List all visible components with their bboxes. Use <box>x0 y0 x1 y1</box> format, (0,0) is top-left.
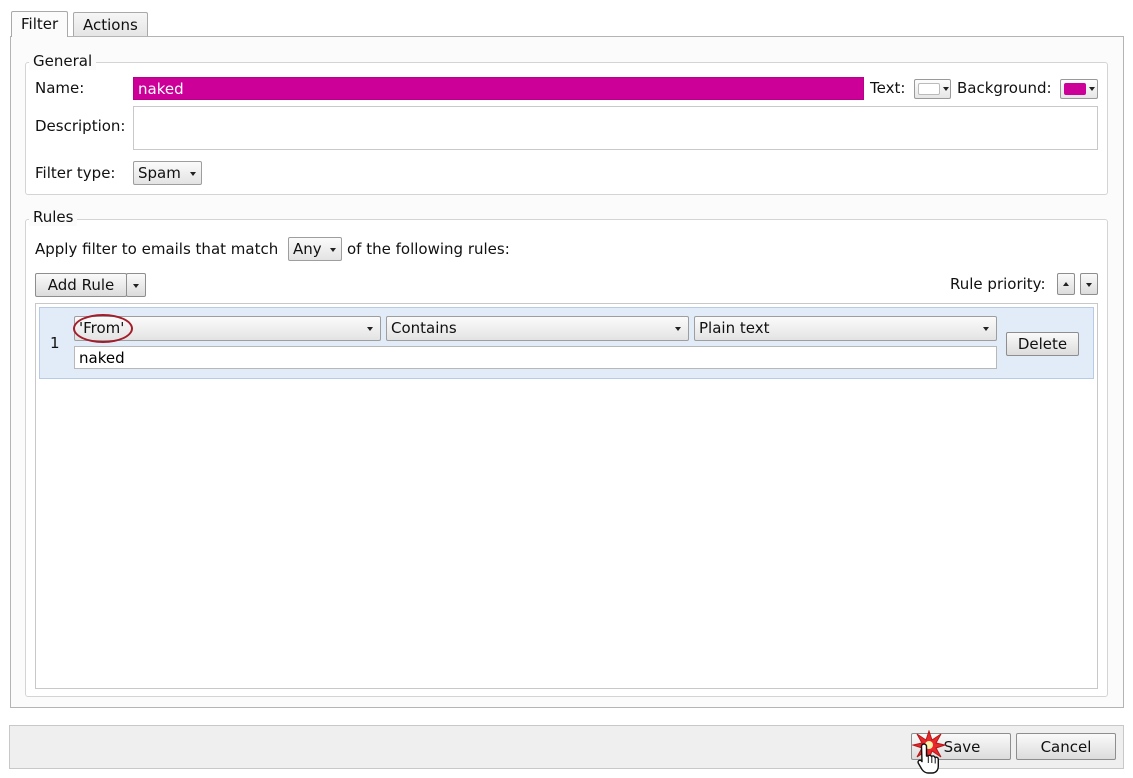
hand-cursor-icon <box>917 743 939 774</box>
add-rule-button[interactable]: Add Rule <box>35 273 127 297</box>
rule-match-type-value: Plain text <box>699 319 770 337</box>
apply-filter-prefix: Apply filter to emails that match <box>35 240 279 258</box>
tab-filter-label: Filter <box>21 15 59 33</box>
tab-filter[interactable]: Filter <box>11 11 69 37</box>
cancel-label: Cancel <box>1040 738 1092 756</box>
delete-rule-button[interactable]: Delete <box>1006 332 1079 356</box>
match-mode-value: Any <box>293 240 322 258</box>
filter-type-label: Filter type: <box>35 164 116 182</box>
chevron-down-icon <box>133 284 139 288</box>
highlight-circle <box>73 314 133 343</box>
chevron-down-icon <box>983 327 989 331</box>
chevron-up-icon <box>1063 282 1069 286</box>
chevron-down-icon <box>1086 283 1092 287</box>
chevron-down-icon <box>943 87 949 91</box>
apply-filter-suffix: of the following rules: <box>347 240 510 258</box>
general-legend: General <box>29 52 97 70</box>
filter-type-value: Spam <box>138 164 181 182</box>
tab-actions[interactable]: Actions <box>73 12 148 37</box>
save-label: Save <box>943 738 981 756</box>
background-color-label: Background: <box>957 79 1052 97</box>
rule-priority-label: Rule priority: <box>950 275 1046 293</box>
background-color-picker[interactable] <box>1060 79 1098 99</box>
add-rule-label: Add Rule <box>47 276 115 294</box>
priority-up-button[interactable] <box>1057 273 1075 295</box>
rule-condition-value: Contains <box>391 319 457 337</box>
add-rule-menu-button[interactable] <box>126 273 146 297</box>
match-mode-dropdown[interactable]: Any <box>288 237 342 261</box>
filter-type-dropdown[interactable]: Spam <box>133 161 202 185</box>
text-color-swatch <box>918 83 940 95</box>
rule-match-type-dropdown[interactable]: Plain text <box>694 316 997 341</box>
chevron-down-icon <box>675 327 681 331</box>
rule-condition-dropdown[interactable]: Contains <box>386 316 689 341</box>
priority-down-button[interactable] <box>1080 273 1098 295</box>
description-field[interactable] <box>133 106 1098 150</box>
description-label: Description: <box>35 117 126 135</box>
chevron-down-icon <box>330 248 336 252</box>
chevron-down-icon <box>367 327 373 331</box>
cancel-button[interactable]: Cancel <box>1016 733 1116 760</box>
text-color-label: Text: <box>870 79 906 97</box>
delete-rule-label: Delete <box>1017 335 1068 353</box>
background-color-swatch <box>1064 83 1086 95</box>
name-field[interactable] <box>133 77 864 100</box>
list-item[interactable]: 1 'From' Contains Plain text Delete <box>39 307 1094 379</box>
text-color-picker[interactable] <box>914 79 951 99</box>
rules-legend: Rules <box>29 208 78 226</box>
tab-actions-label: Actions <box>83 16 138 34</box>
rules-list: 1 'From' Contains Plain text Delete <box>35 303 1098 689</box>
rule-value-field[interactable] <box>74 346 997 369</box>
chevron-down-icon <box>1089 87 1095 91</box>
chevron-down-icon <box>190 172 196 176</box>
rule-index: 1 <box>50 334 60 352</box>
name-label: Name: <box>35 79 85 97</box>
